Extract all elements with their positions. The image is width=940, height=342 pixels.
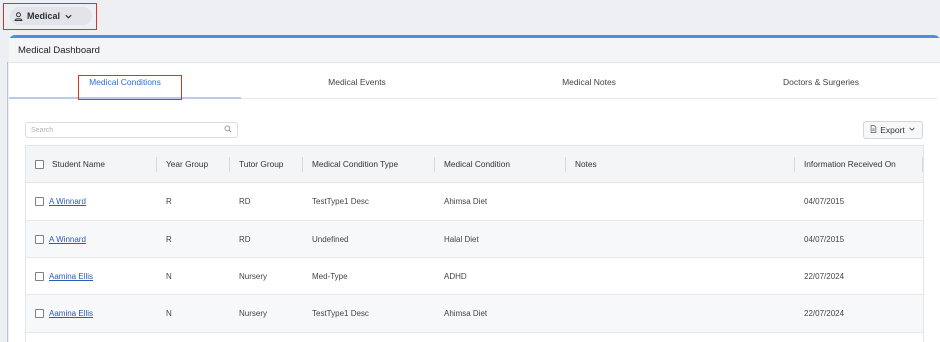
- medical-condition-cell: Halal Diet: [444, 234, 479, 244]
- student-name-link[interactable]: A Winnard: [49, 235, 86, 244]
- year-group-cell: R: [166, 197, 172, 206]
- medical-condition-cell: Ahimsa Diet: [444, 197, 488, 206]
- column-divider[interactable]: [922, 157, 923, 172]
- tutor-group-cell: RD: [239, 197, 251, 206]
- student-name-cell: A Winnard: [49, 183, 86, 220]
- table-row[interactable]: A Winnard R RD Undefined Halal Diet 04/0…: [26, 221, 923, 257]
- left-divider: [7, 62, 8, 342]
- panel-header: Medical Dashboard: [9, 38, 940, 63]
- year-group-cell: R: [166, 234, 172, 244]
- medical-condition-cell: ADHD: [444, 271, 467, 281]
- user-icon: [14, 11, 23, 21]
- column-header-information-received-on[interactable]: Information Received On: [804, 146, 896, 182]
- export-button[interactable]: Export: [863, 121, 923, 139]
- select-all-checkbox[interactable]: [35, 159, 44, 169]
- search-icon[interactable]: [224, 125, 232, 135]
- information-received-cell: 22/07/2024: [804, 271, 845, 281]
- column-divider[interactable]: [434, 157, 435, 172]
- row-checkbox-cell: [35, 258, 44, 294]
- row-divider: [26, 332, 923, 333]
- student-name-link[interactable]: Aamina Ellis: [49, 309, 93, 318]
- medical-module-label: Medical: [27, 11, 61, 21]
- medical-condition-type-cell: Undefined: [312, 234, 349, 244]
- tutor-group-cell: RD: [239, 234, 251, 244]
- medical-conditions-table: Student Name Year Group Tutor Group Medi…: [25, 145, 924, 342]
- column-header-medical-condition-type[interactable]: Medical Condition Type: [312, 146, 398, 182]
- column-divider[interactable]: [565, 157, 566, 172]
- information-received-cell: 22/07/2024: [804, 309, 845, 318]
- column-divider[interactable]: [156, 157, 157, 172]
- column-header-tutor-group[interactable]: Tutor Group: [239, 146, 283, 182]
- column-divider[interactable]: [794, 157, 795, 172]
- tab-medical-events[interactable]: Medical Events: [241, 66, 473, 99]
- column-divider[interactable]: [229, 157, 230, 172]
- tutor-group-cell: Nursery: [239, 309, 268, 318]
- student-name-cell: Aamina Ellis: [49, 295, 93, 332]
- student-name-link[interactable]: A Winnard: [49, 197, 86, 206]
- table-row[interactable]: Aamina Ellis N Nursery TestType1 Desc Ah…: [26, 295, 923, 332]
- top-bar: [0, 0, 940, 34]
- medical-condition-type-cell: TestType1 Desc: [312, 197, 369, 206]
- row-checkbox[interactable]: [35, 234, 44, 244]
- chevron-down-icon: [908, 125, 916, 135]
- tab-doctors-surgeries[interactable]: Doctors & Surgeries: [705, 66, 937, 99]
- tab-medical-conditions[interactable]: Medical Conditions: [9, 66, 241, 99]
- medical-module-dropdown[interactable]: Medical: [10, 7, 92, 25]
- row-checkbox-cell: [35, 183, 44, 220]
- information-received-cell: 04/07/2015: [804, 197, 845, 206]
- column-header-medical-condition[interactable]: Medical Condition: [444, 146, 510, 182]
- row-checkbox[interactable]: [35, 197, 44, 206]
- row-checkbox-cell: [35, 295, 44, 332]
- chevron-down-icon: [64, 12, 73, 21]
- medical-condition-type-cell: Med-Type: [312, 271, 348, 281]
- column-header-student-name[interactable]: Student Name: [52, 146, 105, 182]
- student-name-cell: Aamina Ellis: [49, 258, 93, 294]
- select-all-cell: [35, 146, 44, 182]
- year-group-cell: N: [166, 271, 172, 281]
- row-checkbox-cell: [35, 221, 44, 257]
- table-row[interactable]: Aamina Ellis N Nursery Med-Type ADHD 22/…: [26, 258, 923, 294]
- tutor-group-cell: Nursery: [239, 271, 268, 281]
- table-header-row: Student Name Year Group Tutor Group Medi…: [26, 146, 923, 183]
- tab-medical-notes[interactable]: Medical Notes: [473, 66, 705, 99]
- export-label: Export: [880, 125, 905, 135]
- row-checkbox[interactable]: [35, 309, 44, 318]
- medical-condition-cell: Ahimsa Diet: [444, 309, 488, 318]
- search-input[interactable]: Search: [25, 122, 238, 138]
- search-placeholder: Search: [31, 126, 54, 134]
- column-header-year-group[interactable]: Year Group: [166, 146, 208, 182]
- medical-dashboard-panel: Medical Dashboard Medical Conditions Med…: [9, 35, 940, 342]
- student-name-cell: A Winnard: [49, 221, 86, 257]
- document-icon: [870, 125, 877, 135]
- table-row[interactable]: A Winnard R RD TestType1 Desc Ahimsa Die…: [26, 183, 923, 220]
- year-group-cell: N: [166, 309, 172, 318]
- column-divider[interactable]: [302, 157, 303, 172]
- medical-condition-type-cell: TestType1 Desc: [312, 309, 369, 318]
- row-checkbox[interactable]: [35, 271, 44, 281]
- panel-title: Medical Dashboard: [18, 44, 100, 56]
- column-header-notes[interactable]: Notes: [575, 146, 597, 182]
- student-name-link[interactable]: Aamina Ellis: [49, 272, 93, 281]
- information-received-cell: 04/07/2015: [804, 234, 845, 244]
- tab-bar: Medical Conditions Medical Events Medica…: [9, 66, 940, 99]
